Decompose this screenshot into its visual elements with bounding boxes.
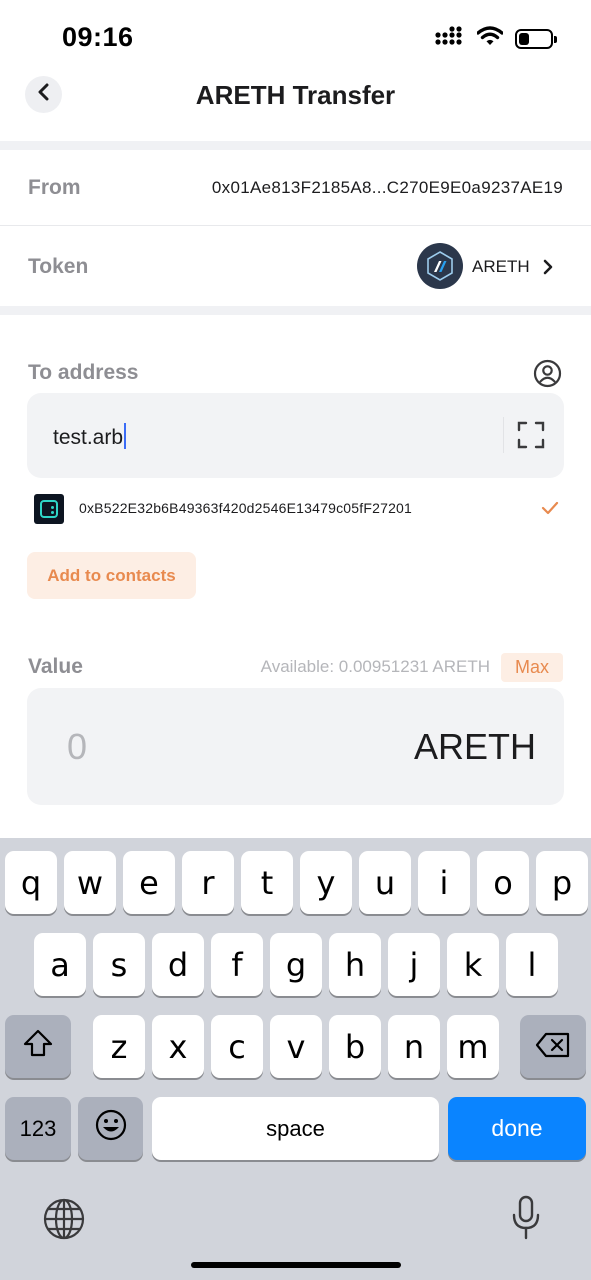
from-row: From 0x01Ae813F2185A8...C270E9E0a9237AE1… <box>0 150 591 225</box>
keyboard: qwertyuiop asdfghjkl zxcvbnm 123 space d… <box>0 838 591 1280</box>
key-v[interactable]: v <box>270 1015 322 1078</box>
key-w[interactable]: w <box>64 851 116 914</box>
key-s[interactable]: s <box>93 933 145 996</box>
emoji-key[interactable] <box>78 1097 143 1160</box>
scan-qr-icon[interactable] <box>517 421 545 454</box>
available-balance: Available: 0.00951231 ARETH <box>260 657 490 676</box>
to-address-input[interactable]: test.arb <box>27 393 564 478</box>
status-time: 09:16 <box>62 22 134 52</box>
section-divider <box>0 306 591 315</box>
delete-key[interactable] <box>520 1015 586 1078</box>
microphone-icon[interactable] <box>511 1195 541 1246</box>
key-o[interactable]: o <box>477 851 529 914</box>
max-button[interactable]: Max <box>501 653 563 682</box>
cellular-signal-icon <box>435 26 465 51</box>
key-r[interactable]: r <box>182 851 234 914</box>
amount-unit: ARETH <box>413 726 536 767</box>
space-key[interactable]: space <box>152 1097 439 1160</box>
nav-header: ARETH Transfer <box>0 72 591 138</box>
token-symbol: ARETH <box>472 257 530 276</box>
key-z[interactable]: z <box>93 1015 145 1078</box>
key-a[interactable]: a <box>34 933 86 996</box>
key-f[interactable]: f <box>211 933 263 996</box>
from-label: From <box>28 176 81 199</box>
key-c[interactable]: c <box>211 1015 263 1078</box>
resolved-address: 0xB522E32b6B49363f420d2546E13479c05fF272… <box>79 500 413 516</box>
arbitrum-logo-icon <box>417 243 463 289</box>
emoji-icon <box>94 1108 128 1150</box>
status-icons <box>435 26 557 51</box>
home-indicator <box>191 1262 401 1268</box>
token-label: Token <box>28 255 89 278</box>
text-cursor <box>124 423 127 449</box>
key-m[interactable]: m <box>447 1015 499 1078</box>
to-address-value[interactable]: test.arb <box>53 423 127 450</box>
key-j[interactable]: j <box>388 933 440 996</box>
key-h[interactable]: h <box>329 933 381 996</box>
wallet-avatar-icon <box>34 494 64 524</box>
add-to-contacts-button[interactable]: Add to contacts <box>27 552 196 599</box>
backspace-icon <box>535 1028 571 1066</box>
status-bar: 09:16 <box>0 0 591 72</box>
battery-icon <box>515 28 557 49</box>
key-g[interactable]: g <box>270 933 322 996</box>
numbers-key[interactable]: 123 <box>5 1097 71 1160</box>
key-l[interactable]: l <box>506 933 558 996</box>
key-d[interactable]: d <box>152 933 204 996</box>
done-key[interactable]: done <box>448 1097 586 1160</box>
chevron-right-icon <box>542 259 554 280</box>
key-q[interactable]: q <box>5 851 57 914</box>
from-address: 0x01Ae813F2185A8...C270E9E0a9237AE19 <box>211 178 563 197</box>
wifi-icon <box>476 26 504 51</box>
value-label: Value <box>28 655 83 678</box>
page-title: ARETH Transfer <box>195 80 396 110</box>
token-row[interactable]: Token ARETH <box>0 226 591 306</box>
globe-icon[interactable] <box>43 1198 85 1245</box>
key-p[interactable]: p <box>536 851 588 914</box>
key-t[interactable]: t <box>241 851 293 914</box>
input-separator <box>503 417 504 453</box>
key-u[interactable]: u <box>359 851 411 914</box>
key-e[interactable]: e <box>123 851 175 914</box>
checkmark-icon <box>541 501 559 520</box>
key-y[interactable]: y <box>300 851 352 914</box>
key-b[interactable]: b <box>329 1015 381 1078</box>
key-x[interactable]: x <box>152 1015 204 1078</box>
key-i[interactable]: i <box>418 851 470 914</box>
key-n[interactable]: n <box>388 1015 440 1078</box>
amount-input[interactable]: 0 ARETH <box>27 688 564 805</box>
shift-icon <box>22 1028 54 1066</box>
shift-key[interactable] <box>5 1015 71 1078</box>
resolved-address-row[interactable]: 0xB522E32b6B49363f420d2546E13479c05fF272… <box>0 490 591 528</box>
amount-placeholder: 0 <box>67 726 88 767</box>
to-address-label: To address <box>28 361 139 384</box>
section-divider <box>0 141 591 150</box>
key-k[interactable]: k <box>447 933 499 996</box>
contacts-icon[interactable] <box>533 359 562 393</box>
